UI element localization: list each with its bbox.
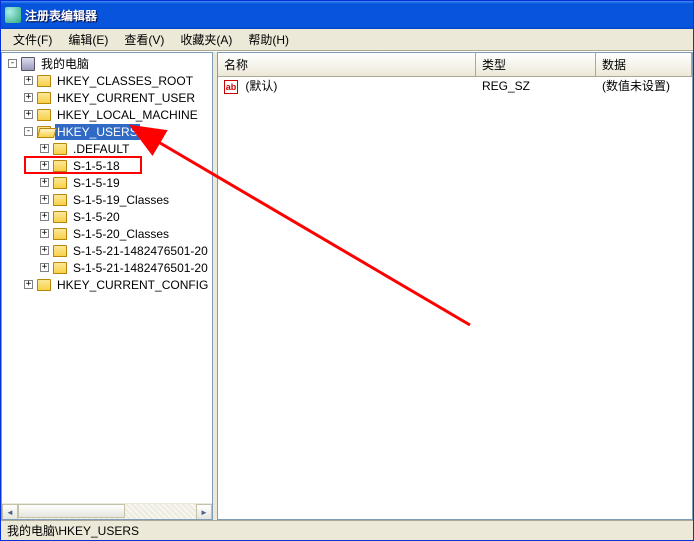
- expander-minus-icon[interactable]: -: [24, 127, 33, 136]
- tree-node-hku[interactable]: - HKEY_USERS: [2, 123, 212, 140]
- tree-label[interactable]: HKEY_CURRENT_CONFIG: [55, 277, 210, 293]
- folder-icon: [37, 75, 51, 87]
- folder-icon: [53, 262, 67, 274]
- col-header-name[interactable]: 名称: [218, 53, 476, 76]
- folder-icon: [37, 279, 51, 291]
- computer-icon: [21, 57, 35, 71]
- tree-node-s19c[interactable]: + S-1-5-19_Classes: [2, 191, 212, 208]
- list-header: 名称 类型 数据: [218, 53, 692, 77]
- tree-label[interactable]: S-1-5-20_Classes: [71, 226, 171, 242]
- tree-label[interactable]: HKEY_LOCAL_MACHINE: [55, 107, 200, 123]
- tree-label[interactable]: S-1-5-19: [71, 175, 122, 191]
- expander-plus-icon[interactable]: +: [24, 280, 33, 289]
- tree-label[interactable]: HKEY_CLASSES_ROOT: [55, 73, 195, 89]
- tree-scrollbar-horizontal[interactable]: ◄ ►: [2, 503, 212, 519]
- list-body[interactable]: ab (默认) REG_SZ (数值未设置): [218, 77, 692, 519]
- menu-file[interactable]: 文件(F): [5, 29, 60, 50]
- scroll-thumb[interactable]: [18, 504, 125, 518]
- folder-icon: [53, 245, 67, 257]
- cell-data: (数值未设置): [596, 77, 692, 95]
- tree-node-s21b[interactable]: + S-1-5-21-1482476501-20: [2, 259, 212, 276]
- value-name: (默认): [245, 79, 277, 93]
- tree-label[interactable]: 我的电脑: [39, 54, 91, 73]
- string-value-icon: ab: [224, 80, 238, 94]
- tree-node-hkcc[interactable]: + HKEY_CURRENT_CONFIG: [2, 276, 212, 293]
- tree-node-s18[interactable]: + S-1-5-18: [2, 157, 212, 174]
- tree-node-default[interactable]: + .DEFAULT: [2, 140, 212, 157]
- expander-plus-icon[interactable]: +: [40, 178, 49, 187]
- folder-icon: [53, 194, 67, 206]
- tree-label[interactable]: S-1-5-21-1482476501-20: [71, 243, 210, 259]
- expander-plus-icon[interactable]: +: [40, 229, 49, 238]
- tree-node-root[interactable]: - 我的电脑: [2, 55, 212, 72]
- expander-plus-icon[interactable]: +: [24, 76, 33, 85]
- expander-plus-icon[interactable]: +: [40, 246, 49, 255]
- tree-node-hkcu[interactable]: + HKEY_CURRENT_USER: [2, 89, 212, 106]
- tree-label[interactable]: S-1-5-20: [71, 209, 122, 225]
- expander-plus-icon[interactable]: +: [40, 161, 49, 170]
- tree-pane[interactable]: - 我的电脑 + HKEY_CLASSES_ROOT: [1, 52, 213, 520]
- expander-minus-icon[interactable]: -: [8, 59, 17, 68]
- expander-plus-icon[interactable]: +: [24, 93, 33, 102]
- menu-edit[interactable]: 编辑(E): [60, 29, 116, 50]
- tree-label[interactable]: S-1-5-18: [71, 158, 122, 174]
- window-title: 注册表编辑器: [25, 7, 689, 24]
- expander-plus-icon[interactable]: +: [40, 144, 49, 153]
- cell-type: REG_SZ: [476, 78, 596, 94]
- tree-node-s20c[interactable]: + S-1-5-20_Classes: [2, 225, 212, 242]
- folder-icon: [37, 92, 51, 104]
- app-icon: [5, 7, 21, 23]
- titlebar[interactable]: 注册表编辑器: [1, 1, 693, 29]
- tree-label[interactable]: S-1-5-21-1482476501-20: [71, 260, 210, 276]
- col-header-data[interactable]: 数据: [596, 53, 692, 76]
- status-path: 我的电脑\HKEY_USERS: [7, 522, 139, 539]
- tree-node-s20[interactable]: + S-1-5-20: [2, 208, 212, 225]
- menu-help[interactable]: 帮助(H): [240, 29, 297, 50]
- menu-favorites[interactable]: 收藏夹(A): [172, 29, 240, 50]
- tree-node-hklm[interactable]: + HKEY_LOCAL_MACHINE: [2, 106, 212, 123]
- tree-label[interactable]: .DEFAULT: [71, 141, 131, 157]
- folder-icon: [53, 143, 67, 155]
- scroll-right-icon[interactable]: ►: [196, 504, 212, 520]
- expander-plus-icon[interactable]: +: [24, 110, 33, 119]
- cell-name: ab (默认): [218, 77, 476, 95]
- expander-plus-icon[interactable]: +: [40, 195, 49, 204]
- tree-label[interactable]: S-1-5-19_Classes: [71, 192, 171, 208]
- expander-plus-icon[interactable]: +: [40, 263, 49, 272]
- col-header-type[interactable]: 类型: [476, 53, 596, 76]
- tree-node-hkcr[interactable]: + HKEY_CLASSES_ROOT: [2, 72, 212, 89]
- tree-label[interactable]: HKEY_CURRENT_USER: [55, 90, 197, 106]
- expander-plus-icon[interactable]: +: [40, 212, 49, 221]
- folder-icon: [53, 177, 67, 189]
- scroll-left-icon[interactable]: ◄: [2, 504, 18, 520]
- menubar: 文件(F) 编辑(E) 查看(V) 收藏夹(A) 帮助(H): [1, 29, 693, 51]
- tree-node-s19[interactable]: + S-1-5-19: [2, 174, 212, 191]
- list-row[interactable]: ab (默认) REG_SZ (数值未设置): [218, 77, 692, 94]
- tree-label-selected[interactable]: HKEY_USERS: [55, 124, 140, 140]
- menu-view[interactable]: 查看(V): [116, 29, 172, 50]
- scroll-track[interactable]: [18, 504, 196, 519]
- folder-open-icon: [37, 126, 51, 138]
- folder-icon: [53, 211, 67, 223]
- tree-node-s21a[interactable]: + S-1-5-21-1482476501-20: [2, 242, 212, 259]
- folder-icon: [37, 109, 51, 121]
- folder-icon: [53, 160, 67, 172]
- statusbar: 我的电脑\HKEY_USERS: [1, 520, 693, 540]
- folder-icon: [53, 228, 67, 240]
- list-pane[interactable]: 名称 类型 数据 ab (默认) REG_SZ (数值未设置): [217, 52, 693, 520]
